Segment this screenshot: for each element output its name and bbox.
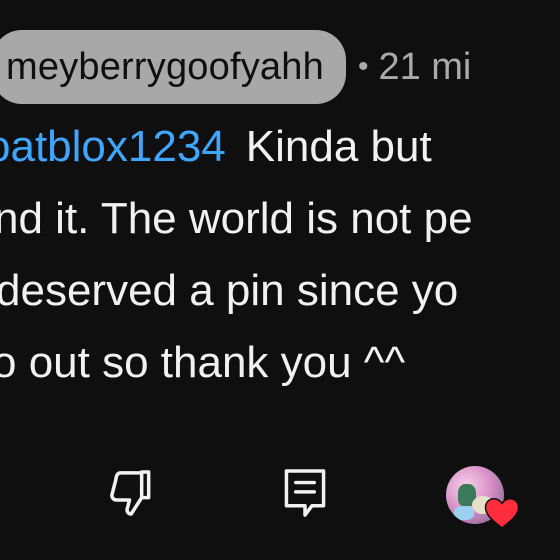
thumbs-down-icon [102, 465, 158, 526]
comment-body: oatblox1234 Kinda but nd it. The world is… [0, 118, 560, 406]
author-handle-chip[interactable]: meyberrygoofyahh [0, 30, 346, 104]
author-handle[interactable]: meyberrygoofyahh [6, 46, 324, 89]
mention-link[interactable]: oatblox1234 [0, 122, 226, 171]
comment-line-1: oatblox1234 Kinda but [0, 118, 560, 176]
comment-line-2: nd it. The world is not pe [0, 194, 473, 243]
comment-meta: • 21 mi [358, 46, 471, 89]
comment-thread: meyberrygoofyahh • 21 mi oatblox1234 Kind… [0, 0, 560, 560]
comment-header: meyberrygoofyahh • 21 mi [0, 30, 471, 104]
comment-text-1: Kinda but [245, 122, 432, 171]
comment-actions [0, 460, 560, 540]
comment-line-4: o out so thank you ^^ [0, 338, 406, 387]
reply-comment-icon [277, 464, 333, 527]
dislike-button[interactable] [95, 460, 165, 530]
meta-separator: • [357, 50, 369, 83]
reply-button[interactable] [270, 460, 340, 530]
comment-line-3: deserved a pin since yo [0, 266, 459, 315]
creator-heart-badge [444, 464, 524, 534]
comment-timestamp: 21 mi [378, 45, 472, 88]
heart-icon [484, 496, 520, 530]
